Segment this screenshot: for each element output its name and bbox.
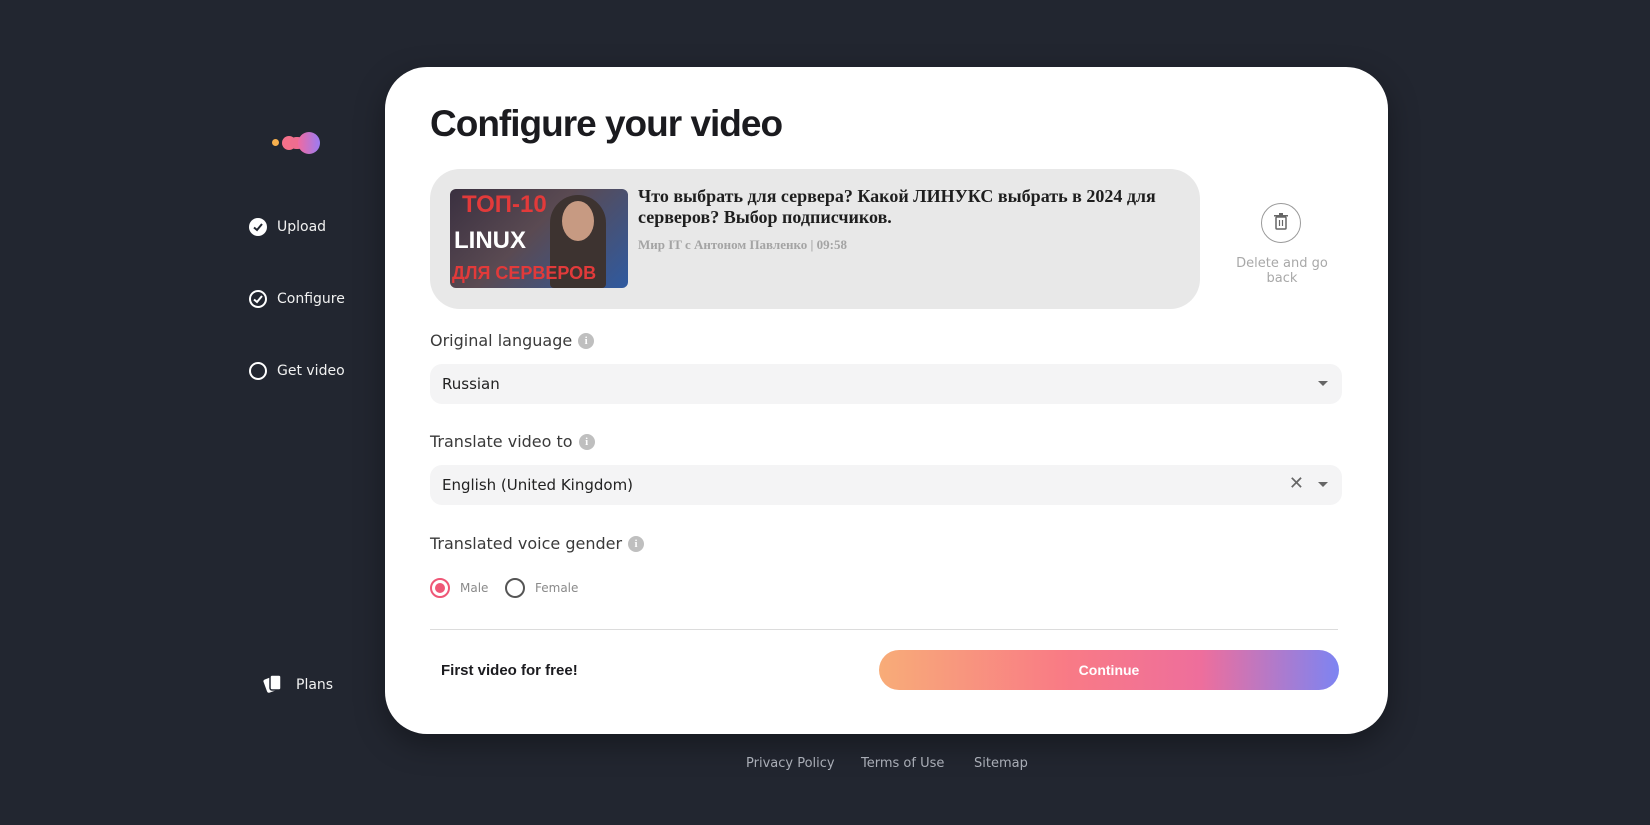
- plans-label: Plans: [296, 677, 334, 693]
- app-logo[interactable]: [270, 132, 330, 154]
- translate-to-label: Translate video to i: [430, 432, 595, 451]
- plans-link[interactable]: Plans: [262, 673, 333, 697]
- step-get-video[interactable]: Get video: [249, 362, 345, 380]
- chevron-down-icon: [1318, 381, 1328, 386]
- translate-to-select[interactable]: English (United Kingdom) ✕: [430, 465, 1342, 505]
- info-icon[interactable]: i: [578, 332, 595, 349]
- radio-female[interactable]: Female: [505, 578, 578, 598]
- original-language-select[interactable]: Russian: [430, 364, 1342, 404]
- radio-unchecked-icon: [505, 578, 525, 598]
- cards-icon: [262, 673, 284, 697]
- trash-icon: [1273, 212, 1289, 234]
- select-value: English (United Kingdom): [442, 476, 634, 494]
- footer-link-terms[interactable]: Terms of Use: [861, 756, 944, 771]
- video-title: Что выбрать для сервера? Какой ЛИНУКС вы…: [638, 186, 1156, 227]
- continue-button[interactable]: Continue: [879, 650, 1339, 690]
- empty-circle-icon: [249, 362, 267, 380]
- original-language-label: Original language i: [430, 331, 595, 350]
- check-circle-outline-icon: [249, 290, 267, 308]
- info-icon[interactable]: i: [628, 535, 645, 552]
- divider: [430, 629, 1338, 630]
- video-meta: Мир IT с Антоном Павленко | 09:58: [638, 237, 847, 252]
- step-label: Upload: [277, 219, 327, 235]
- step-label: Configure: [277, 291, 345, 307]
- delete-label[interactable]: Delete and go back: [1222, 256, 1342, 286]
- radio-male[interactable]: Male: [430, 578, 488, 598]
- check-circle-icon: [249, 218, 267, 236]
- page-title: Configure your video: [430, 103, 783, 144]
- footer-link-sitemap[interactable]: Sitemap: [974, 756, 1028, 771]
- free-video-text: First video for free!: [441, 662, 578, 679]
- footer-link-privacy[interactable]: Privacy Policy: [746, 756, 835, 771]
- info-icon[interactable]: i: [578, 433, 595, 450]
- step-configure[interactable]: Configure: [249, 290, 345, 308]
- delete-button[interactable]: [1261, 203, 1301, 243]
- voice-gender-label: Translated voice gender i: [430, 534, 645, 553]
- chevron-down-icon: [1318, 482, 1328, 487]
- step-upload[interactable]: Upload: [249, 218, 326, 236]
- select-value: Russian: [442, 375, 500, 393]
- radio-label: Female: [535, 581, 579, 595]
- close-icon[interactable]: ✕: [1289, 475, 1304, 493]
- video-preview: ТОП-10 LINUX ДЛЯ СЕРВЕРОВ Что выбрать дл…: [430, 169, 1200, 309]
- configure-card: Configure your video ТОП-10 LINUX ДЛЯ СЕ…: [385, 67, 1388, 734]
- radio-label: Male: [460, 581, 489, 595]
- step-label: Get video: [277, 363, 345, 379]
- video-thumbnail: ТОП-10 LINUX ДЛЯ СЕРВЕРОВ: [450, 189, 628, 288]
- radio-checked-icon: [430, 578, 450, 598]
